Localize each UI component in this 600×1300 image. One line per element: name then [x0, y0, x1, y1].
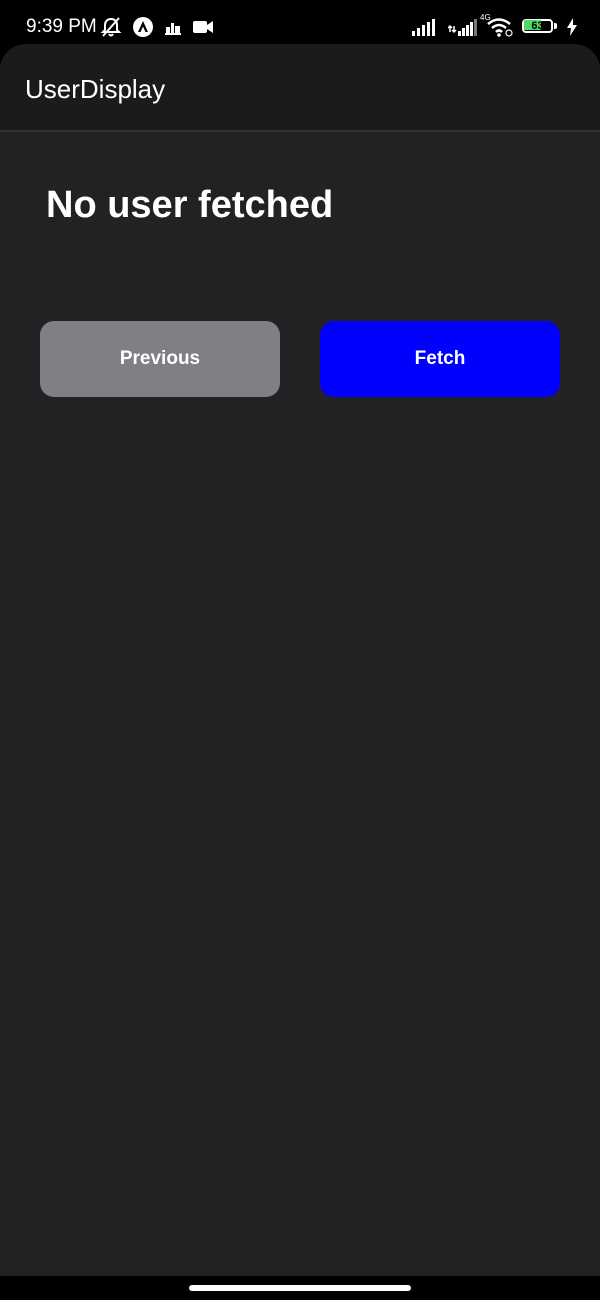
app-logo-icon	[132, 16, 154, 38]
fetch-button-label: Fetch	[414, 348, 466, 369]
status-right-icons: 4G 63	[412, 14, 578, 38]
app-screen: UserDisplay No user fetched Previous Fet…	[0, 44, 600, 1276]
video-camera-icon	[192, 19, 214, 35]
fetch-button[interactable]: Fetch	[320, 321, 560, 397]
charging-bolt-icon	[566, 18, 578, 36]
battery-cap	[554, 23, 557, 29]
status-time: 9:39 PM	[26, 16, 97, 37]
status-bar: 9:39 PM 4G 63	[0, 0, 600, 44]
battery-icon: 63	[522, 18, 558, 36]
previous-button-label: Previous	[119, 348, 201, 369]
battery-level: 63	[531, 20, 544, 32]
system-nav-bar	[0, 1276, 600, 1300]
status-heading: No user fetched	[46, 184, 334, 226]
status-left-icons	[100, 16, 214, 38]
home-indicator[interactable]	[189, 1285, 411, 1291]
app-header: UserDisplay	[0, 44, 600, 132]
network-type-label: 4G	[480, 13, 491, 22]
bell-muted-icon	[100, 16, 122, 38]
cell-signal-icon	[412, 18, 440, 36]
cell-signal-4g-icon: 4G	[448, 14, 491, 38]
app-title: UserDisplay	[25, 74, 166, 104]
notification-icon	[164, 18, 182, 36]
previous-button[interactable]: Previous	[40, 321, 280, 397]
